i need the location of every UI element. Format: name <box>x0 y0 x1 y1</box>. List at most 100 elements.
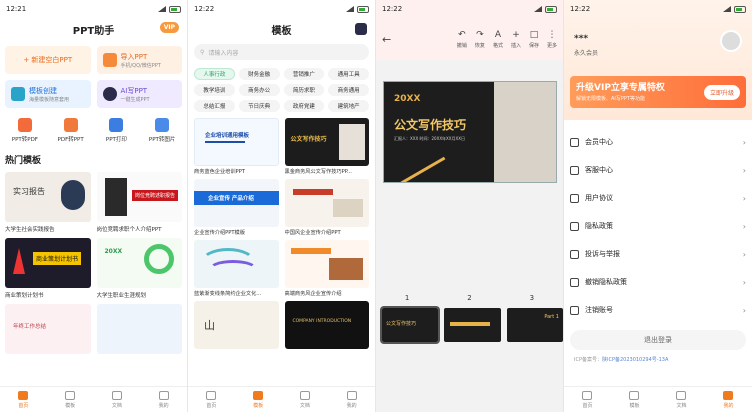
quick-actions: + 新建空白PPT 导入PPT 手机/QQ/微信PPT 模板创建 海量模板随意套用 … <box>0 46 187 108</box>
chevron-right-icon: › <box>742 137 746 147</box>
slide-thumbnail[interactable] <box>444 308 501 342</box>
menu-user-agreement[interactable]: 用户协议 › <box>570 184 746 212</box>
menu-delete-account[interactable]: 注销账号 › <box>570 296 746 324</box>
chip-tools[interactable]: 通用工具 <box>328 68 369 80</box>
slide-thumbnail[interactable]: 公文写作技巧 <box>379 306 441 344</box>
tab-mine[interactable]: 我的 <box>158 390 169 409</box>
avatar[interactable] <box>720 30 742 52</box>
icp-link[interactable]: 陕ICP备2023010294号-13A <box>602 357 668 363</box>
template-create-button[interactable]: 模板创建 海量模板随意套用 <box>5 80 91 108</box>
revoke-icon <box>570 277 579 287</box>
status-icons <box>534 5 557 13</box>
chevron-right-icon: › <box>742 249 746 259</box>
save-button[interactable]: □ 保存 <box>529 30 539 49</box>
chip-finance[interactable]: 财务金融 <box>238 68 280 80</box>
tab-mine-label: 我的 <box>158 402 169 409</box>
template-card[interactable]: COMPANY INTRODUCTION <box>284 301 369 349</box>
search-input[interactable]: ⚲ 请输入内容 <box>194 44 369 60</box>
tab-home[interactable]: 首页 <box>206 390 216 409</box>
ai-icon[interactable] <box>355 23 367 35</box>
template-caption: 高端商务风企业宣传介绍 <box>284 291 342 297</box>
chip-business[interactable]: 商务通用 <box>328 84 369 96</box>
slide-canvas[interactable]: 20XX 公文写作技巧 汇报人：XXX 时间：20XX年XX月XX日 <box>383 81 557 183</box>
chip-resume[interactable]: 简历求职 <box>283 84 325 96</box>
template-card[interactable]: 蓝紫渐变线条简约企业文化... <box>194 240 279 297</box>
template-card[interactable]: 岗位竞聘述职报告 岗位竞聘求职个人介绍PPT <box>96 172 182 233</box>
tab-mine[interactable]: 我的 <box>723 390 734 409</box>
vip-upgrade-banner[interactable]: 升级VIP立享专属特权 解锁无限模板、AI写PPT等功能 立即升级 <box>570 76 746 108</box>
bottom-tab-bar: 首页 模板 文档 我的 <box>188 386 375 412</box>
template-card[interactable]: 山 <box>194 301 279 349</box>
template-card[interactable]: 公文写作技巧 黑金商务风公文写作技巧PP... <box>284 118 369 175</box>
tab-templates[interactable]: 模板 <box>253 390 263 409</box>
menu-customer-service[interactable]: 客服中心 › <box>570 156 746 184</box>
tab-documents[interactable]: 文档 <box>111 390 122 409</box>
vip-badge[interactable]: VIP <box>159 22 179 33</box>
chip-marketing[interactable]: 营销推广 <box>283 68 325 80</box>
chip-office[interactable]: 商务办公 <box>238 84 280 96</box>
signal-icon <box>346 6 354 12</box>
ppt-print-button[interactable]: PPT打印 <box>96 118 136 143</box>
menu-label: 客服中心 <box>585 166 613 174</box>
template-card[interactable]: 中国风企业宣传介绍PPT <box>284 179 369 236</box>
tab-documents[interactable]: 文档 <box>676 390 687 409</box>
chip-festival[interactable]: 节日庆典 <box>238 100 280 112</box>
document-icon <box>111 390 122 400</box>
tab-templates[interactable]: 模板 <box>629 390 640 409</box>
redo-icon: ↷ <box>476 29 484 40</box>
template-card[interactable]: 实习报告 大学生社会实践报告 <box>5 172 91 233</box>
status-icons <box>346 5 369 13</box>
tab-documents-label: 文档 <box>111 402 122 409</box>
battery-icon <box>169 5 181 13</box>
logout-button[interactable]: 退出登录 <box>570 330 746 350</box>
chip-education[interactable]: 教学培训 <box>194 84 235 96</box>
tab-home[interactable]: 首页 <box>582 390 593 409</box>
slide-thumbnail[interactable]: Part 1 <box>506 308 563 342</box>
tab-documents[interactable]: 文档 <box>299 390 310 409</box>
menu-revoke-privacy[interactable]: 撤销隐私政策 › <box>570 268 746 296</box>
pdf-to-ppt-button[interactable]: PDF转PPT <box>51 118 91 143</box>
upgrade-now-button[interactable]: 立即升级 <box>703 85 740 100</box>
more-button[interactable]: ⋮ 更多 <box>547 30 557 49</box>
tab-templates[interactable]: 模板 <box>65 390 76 409</box>
template-caption: 岗位竞聘求职个人介绍PPT <box>96 227 162 233</box>
tab-mine[interactable]: 我的 <box>346 390 357 409</box>
template-thumb: 企业宣传 产品介绍 <box>194 179 279 227</box>
undo-button[interactable]: ↶ 撤销 <box>457 30 467 49</box>
template-thumb: 公文写作技巧 <box>284 118 369 166</box>
import-ppt-button[interactable]: 导入PPT 手机/QQ/微信PPT <box>96 46 182 74</box>
menu-member-center[interactable]: 会员中心 › <box>570 128 746 156</box>
status-bar: 12:22 <box>564 0 752 18</box>
ppt-to-image-button[interactable]: PPT转图片 <box>142 118 182 143</box>
template-card[interactable]: 企业宣传 产品介绍 企业宣传介绍PPT模版 <box>194 179 279 236</box>
menu-label: 注销账号 <box>585 306 613 314</box>
template-card[interactable] <box>96 304 182 354</box>
template-card[interactable]: 高端商务风企业宣传介绍 <box>284 240 369 297</box>
ppt-to-pdf-button[interactable]: PPT转PDF <box>5 118 45 143</box>
chip-government[interactable]: 政府党建 <box>283 100 325 112</box>
tab-home-label: 首页 <box>582 402 593 409</box>
menu-privacy-policy[interactable]: 隐私政策 › <box>570 212 746 240</box>
template-caption: 黑金商务风公文写作技巧PP... <box>284 169 352 175</box>
tab-templates-label: 模板 <box>65 402 76 409</box>
chip-summary[interactable]: 总结汇报 <box>194 100 235 112</box>
new-blank-ppt-button[interactable]: + 新建空白PPT <box>5 46 91 74</box>
ai-write-ppt-button[interactable]: AI写PPT 一键生成PPT <box>96 80 182 108</box>
redo-button[interactable]: ↷ 恢复 <box>475 30 485 49</box>
template-card[interactable]: 20XX 大学生职业生涯规划 <box>96 238 182 299</box>
format-button[interactable]: A 格式 <box>493 30 503 49</box>
template-caption: 大学生职业生涯规划 <box>96 293 147 299</box>
search-placeholder: 请输入内容 <box>208 49 239 57</box>
tab-home[interactable]: 首页 <box>18 390 28 409</box>
template-card[interactable]: 企业培训通用模板 商务蓝色企业培训PPT <box>194 118 279 175</box>
menu-complaint[interactable]: 投诉与举报 › <box>570 240 746 268</box>
chip-realestate[interactable]: 建筑地产 <box>328 100 369 112</box>
insert-button[interactable]: + 插入 <box>511 30 521 49</box>
template-card[interactable]: 年终工作总结 <box>5 304 91 354</box>
back-arrow-icon[interactable]: ← <box>382 33 391 46</box>
chip-hr[interactable]: 人事行政 <box>194 68 235 80</box>
template-card[interactable]: 商业策划计划书 商业策划计划书 <box>5 238 91 299</box>
user-name: *** <box>574 34 589 44</box>
app-header: PPT助手 VIP <box>0 18 187 40</box>
battery-icon <box>545 5 557 13</box>
